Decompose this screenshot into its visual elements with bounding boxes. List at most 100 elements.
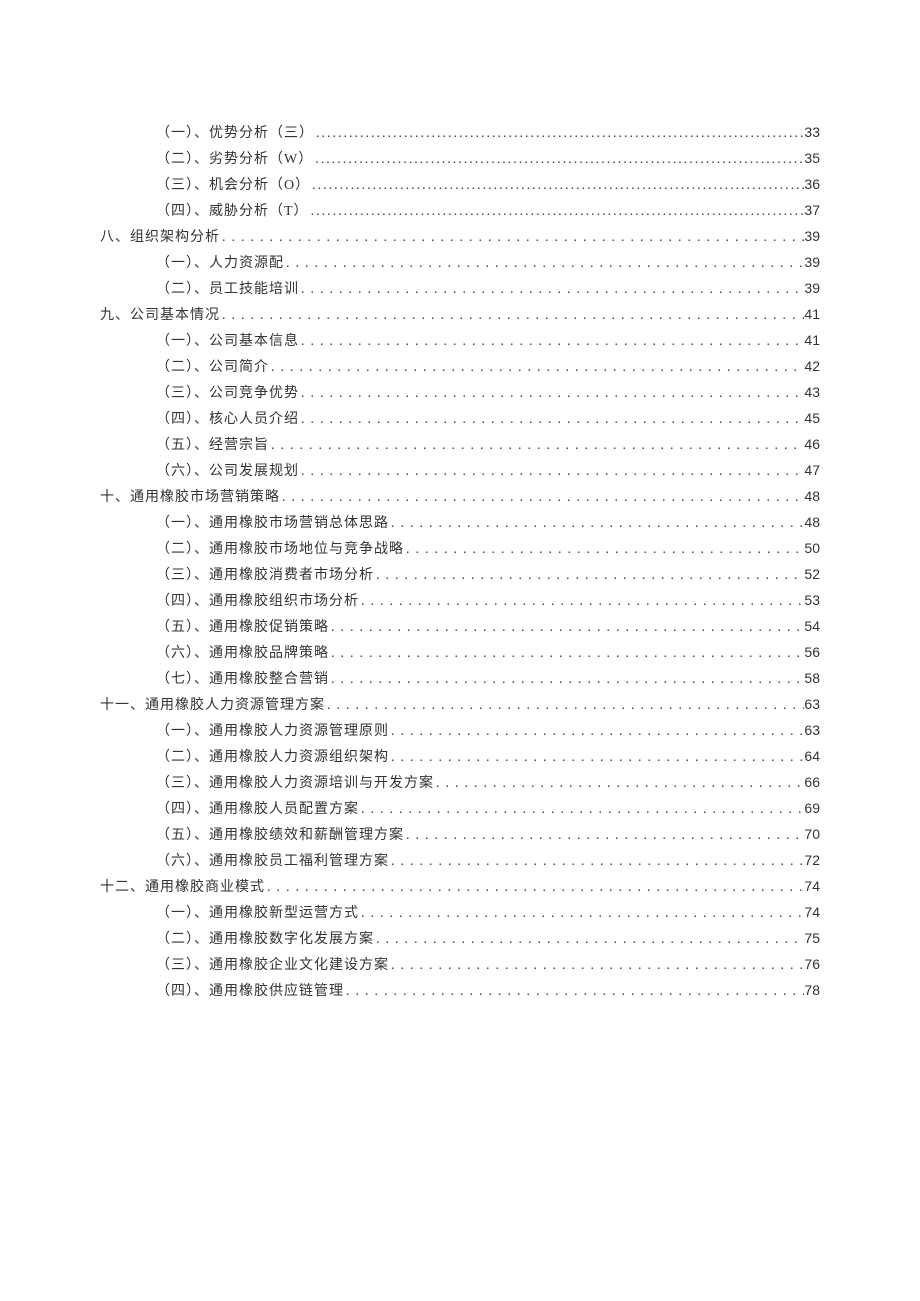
toc-entry: （二）、通用橡胶数字化发展方案.........................… xyxy=(100,926,820,952)
toc-label: （四）、核心人员介绍 xyxy=(156,407,299,432)
toc-entry: （一）、通用橡胶人力资源管理原则........................… xyxy=(100,718,820,744)
toc-leader-dots: ........................................… xyxy=(359,589,804,614)
toc-entry: （四）、通用橡胶供应链管理...........................… xyxy=(100,978,820,1004)
toc-label: （二）、通用橡胶市场地位与竞争战略 xyxy=(156,537,404,562)
toc-entry: （一）、通用橡胶市场营销总体思路........................… xyxy=(100,510,820,536)
toc-page-number: 63 xyxy=(804,692,820,717)
toc-label: 十二、通用橡胶商业模式 xyxy=(100,875,265,900)
toc-page-number: 39 xyxy=(804,276,820,301)
toc-page-number: 64 xyxy=(804,744,820,769)
toc-label: （五）、经营宗旨 xyxy=(156,433,269,458)
toc-page-number: 43 xyxy=(804,380,820,405)
toc-entry: 八、组织架构分析................................… xyxy=(100,224,820,250)
toc-entry: （七）、通用橡胶整合营销............................… xyxy=(100,666,820,692)
toc-leader-dots: ........................................… xyxy=(374,563,804,588)
toc-leader-dots: ........................................… xyxy=(269,433,804,458)
toc-entry: （四）、威胁分析（T）.............................… xyxy=(100,198,820,224)
toc-leader-dots: ........................................… xyxy=(220,303,804,328)
toc-page-number: 35 xyxy=(804,146,820,171)
toc-label: （七）、通用橡胶整合营销 xyxy=(156,667,329,692)
toc-label: （一）、公司基本信息 xyxy=(156,329,299,354)
toc-entry: （二）、公司简介................................… xyxy=(100,354,820,380)
toc-entry: （二）、劣势分析（W）.............................… xyxy=(100,146,820,172)
toc-entry: （二）、通用橡胶市场地位与竞争战略.......................… xyxy=(100,536,820,562)
toc-entry: （五）、经营宗旨................................… xyxy=(100,432,820,458)
toc-page-number: 75 xyxy=(804,926,820,951)
toc-entry: （一）、人力资源配...............................… xyxy=(100,250,820,276)
toc-label: （三）、机会分析（O） xyxy=(156,173,310,198)
toc-entry: （五）、通用橡胶绩效和薪酬管理方案.......................… xyxy=(100,822,820,848)
toc-label: 十一、通用橡胶人力资源管理方案 xyxy=(100,693,325,718)
toc-leader-dots: ........................................… xyxy=(389,849,804,874)
toc-leader-dots: ........................................… xyxy=(220,225,804,250)
toc-entry: （三）、公司竞争优势..............................… xyxy=(100,380,820,406)
toc-page-number: 41 xyxy=(804,302,820,327)
toc-label: （三）、通用橡胶消费者市场分析 xyxy=(156,563,374,588)
toc-page-number: 39 xyxy=(804,224,820,249)
toc-entry: （三）、通用橡胶消费者市场分析.........................… xyxy=(100,562,820,588)
toc-label: （四）、通用橡胶组织市场分析 xyxy=(156,589,359,614)
toc-leader-dots: ........................................… xyxy=(299,329,804,354)
toc-page-number: 37 xyxy=(804,198,820,223)
toc-label: （三）、公司竞争优势 xyxy=(156,381,299,406)
toc-label: 九、公司基本情况 xyxy=(100,303,220,328)
toc-leader-dots: ........................................… xyxy=(359,797,804,822)
toc-page-number: 42 xyxy=(804,354,820,379)
toc-entry: （三）、通用橡胶企业文化建设方案........................… xyxy=(100,952,820,978)
toc-leader-dots: ........................................… xyxy=(284,251,804,276)
toc-label: （一）、通用橡胶市场营销总体思路 xyxy=(156,511,389,536)
toc-page-number: 41 xyxy=(804,328,820,353)
toc-leader-dots: ........................................… xyxy=(434,771,804,796)
toc-leader-dots: ........................................… xyxy=(404,823,804,848)
toc-label: （二）、劣势分析（W） xyxy=(156,147,313,172)
toc-leader-dots: ........................................… xyxy=(344,979,804,1004)
toc-label: （五）、通用橡胶促销策略 xyxy=(156,615,329,640)
toc-leader-dots: ........................................… xyxy=(299,381,804,406)
toc-label: （三）、通用橡胶企业文化建设方案 xyxy=(156,953,389,978)
toc-page-number: 36 xyxy=(804,172,820,197)
toc-entry: （三）、机会分析（O）.............................… xyxy=(100,172,820,198)
toc-leader-dots: ........................................… xyxy=(374,927,804,952)
toc-leader-dots: ........................................… xyxy=(325,693,804,718)
toc-page-number: 58 xyxy=(804,666,820,691)
toc-page-number: 70 xyxy=(804,822,820,847)
toc-label: （一）、优势分析（三） xyxy=(156,121,314,146)
toc-entry: （二）、员工技能培训..............................… xyxy=(100,276,820,302)
toc-label: （五）、通用橡胶绩效和薪酬管理方案 xyxy=(156,823,404,848)
toc-leader-dots: ........................................… xyxy=(329,641,804,666)
toc-leader-dots: ........................................… xyxy=(269,355,804,380)
toc-leader-dots: ........................................… xyxy=(389,511,804,536)
toc-page-number: 53 xyxy=(804,588,820,613)
toc-leader-dots: ........................................… xyxy=(389,719,804,744)
toc-page-number: 74 xyxy=(804,874,820,899)
toc-page-number: 48 xyxy=(804,484,820,509)
toc-page-number: 46 xyxy=(804,432,820,457)
toc-label: （二）、公司简介 xyxy=(156,355,269,380)
toc-leader-dots: ........................................… xyxy=(359,901,804,926)
toc-label: （四）、威胁分析（T） xyxy=(156,199,309,224)
toc-page-number: 66 xyxy=(804,770,820,795)
toc-label: （二）、员工技能培训 xyxy=(156,277,299,302)
toc-entry: （一）、优势分析（三）.............................… xyxy=(100,120,820,146)
toc-leader-dots: ........................................… xyxy=(309,199,805,224)
toc-leader-dots: ........................................… xyxy=(314,121,804,146)
toc-entry: （六）、公司发展规划..............................… xyxy=(100,458,820,484)
toc-leader-dots: ........................................… xyxy=(310,173,804,198)
toc-page-number: 54 xyxy=(804,614,820,639)
toc-leader-dots: ........................................… xyxy=(265,875,804,900)
toc-page-number: 47 xyxy=(804,458,820,483)
toc-leader-dots: ........................................… xyxy=(389,953,804,978)
toc-page-number: 63 xyxy=(804,718,820,743)
toc-entry: （二）、通用橡胶人力资源组织架构........................… xyxy=(100,744,820,770)
toc-page-number: 33 xyxy=(804,120,820,145)
toc-page-number: 50 xyxy=(804,536,820,561)
toc-entry: （一）、通用橡胶新型运营方式..........................… xyxy=(100,900,820,926)
table-of-contents: （一）、优势分析（三）.............................… xyxy=(100,120,820,1004)
toc-label: 八、组织架构分析 xyxy=(100,225,220,250)
toc-label: （二）、通用橡胶数字化发展方案 xyxy=(156,927,374,952)
toc-entry: （六）、通用橡胶员工福利管理方案........................… xyxy=(100,848,820,874)
toc-entry: 十一、通用橡胶人力资源管理方案.........................… xyxy=(100,692,820,718)
toc-leader-dots: ........................................… xyxy=(299,459,804,484)
toc-page-number: 76 xyxy=(804,952,820,977)
toc-entry: 十、通用橡胶市场营销策略............................… xyxy=(100,484,820,510)
